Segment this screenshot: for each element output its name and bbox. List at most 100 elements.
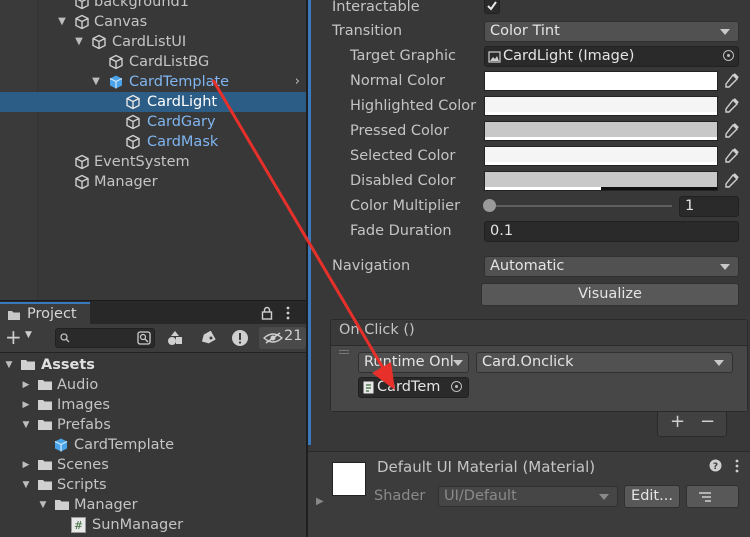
transition-dropdown[interactable]: Color Tint [484, 21, 739, 42]
shader-dropdown[interactable]: UI/Default [438, 486, 618, 507]
runtime-mode-dropdown[interactable]: Runtime Onl [358, 352, 469, 373]
hierarchy-panel: background1 ▼ Canvas ▼ CardListUI CardLi… [0, 0, 306, 300]
lock-icon[interactable] [261, 306, 273, 320]
navigation-dropdown[interactable]: Automatic [484, 256, 739, 277]
function-value: Card.Onclick [482, 354, 574, 370]
expand-arrow-icon[interactable]: ▼ [38, 495, 48, 515]
color-multiplier-slider-handle[interactable] [483, 199, 496, 212]
hierarchy-item-cardlight[interactable]: CardLight [0, 92, 306, 112]
onclick-header: On Click () [331, 320, 747, 346]
hierarchy-item-canvas[interactable]: ▼ Canvas [0, 12, 306, 32]
project-panel: Project + ▼ 21 ▼ Assets ▶ Audio ▶ Images [0, 300, 306, 537]
eyedropper-icon[interactable] [718, 171, 742, 191]
project-folder-audio[interactable]: ▶ Audio [0, 375, 306, 395]
project-folder-scripts[interactable]: ▼ Scripts [0, 475, 306, 495]
drag-handle-icon[interactable] [339, 350, 349, 351]
project-folder-assets[interactable]: ▼ Assets [0, 355, 306, 375]
list-options-icon [699, 492, 711, 502]
eyedropper-icon[interactable] [718, 121, 742, 141]
fade-duration-input[interactable]: 0.1 [484, 221, 739, 242]
hierarchy-item-cardgary[interactable]: CardGary [0, 112, 306, 132]
color-multiplier-input[interactable]: 1 [679, 196, 739, 217]
tab-project[interactable]: Project [0, 302, 90, 325]
expand-arrow-icon[interactable]: ▼ [74, 32, 84, 52]
expand-arrow-icon[interactable]: ▶ [21, 395, 31, 415]
image-component-icon [488, 51, 501, 63]
object-picker-icon[interactable] [451, 381, 462, 392]
pressed-color-swatch[interactable] [484, 121, 718, 141]
onclick-event-box: On Click () Runtime Onl Card.Onclick Car… [330, 319, 748, 412]
project-asset-sunmanager[interactable]: # SunManager [0, 515, 306, 535]
hierarchy-item-background1[interactable]: background1 [0, 0, 306, 12]
project-folder-images[interactable]: ▶ Images [0, 395, 306, 415]
hierarchy-item-eventsystem[interactable]: EventSystem [0, 152, 306, 172]
drag-handle-icon-line [339, 353, 349, 354]
fade-duration-label: Fade Duration [350, 223, 452, 239]
expand-arrow-icon[interactable]: ▼ [91, 72, 101, 92]
project-item-label: Scenes [57, 457, 109, 473]
project-item-label: Audio [57, 377, 99, 393]
selected-color-swatch[interactable] [484, 146, 718, 166]
gameobject-icon [126, 134, 140, 150]
navigation-label: Navigation [332, 258, 411, 274]
expand-arrow-icon[interactable]: ▶ [21, 375, 31, 395]
edit-shader-button[interactable]: Edit... [624, 485, 680, 508]
search-by-type-icon[interactable] [137, 331, 151, 345]
target-object-field[interactable]: CardTem [358, 377, 469, 398]
color-multiplier-slider-track[interactable] [488, 205, 672, 207]
gameobject-icon [109, 54, 123, 70]
gameobject-icon [126, 94, 140, 110]
eyedropper-icon[interactable] [718, 71, 742, 91]
project-asset-cardtemplate[interactable]: CardTemplate [0, 435, 306, 455]
checkmark-icon [487, 1, 497, 11]
interactable-label: Interactable [332, 0, 420, 15]
label-tag-icon[interactable] [200, 331, 216, 345]
material-section: ▶ Default UI Material (Material) ? Shade… [308, 451, 750, 537]
hierarchy-item-manager[interactable]: Manager [0, 172, 306, 192]
highlighted-color-swatch[interactable] [484, 96, 718, 116]
warning-icon[interactable] [231, 329, 249, 347]
open-prefab-chevron-icon[interactable]: › [295, 72, 300, 92]
shader-options-button[interactable] [686, 485, 739, 508]
project-folder-prefabs[interactable]: ▼ Prefabs [0, 415, 306, 435]
kebab-menu-icon[interactable] [734, 459, 740, 473]
project-folder-manager[interactable]: ▼ Manager [0, 495, 306, 515]
eye-slash-icon [263, 332, 283, 344]
help-icon[interactable]: ? [709, 459, 722, 472]
onclick-listener: Runtime Onl Card.Onclick CardTem [331, 346, 747, 411]
svg-text:?: ? [713, 462, 718, 472]
folder-icon [38, 460, 52, 470]
folder-icon [38, 400, 52, 410]
hierarchy-item-cardlistui[interactable]: ▼ CardListUI [0, 32, 306, 52]
disabled-color-swatch[interactable] [484, 171, 718, 191]
function-dropdown[interactable]: Card.Onclick [476, 352, 733, 373]
expand-arrow-icon[interactable]: ▼ [57, 12, 67, 32]
visualize-button[interactable]: Visualize [481, 283, 739, 306]
kebab-menu-icon[interactable] [285, 306, 291, 320]
target-graphic-field[interactable]: CardLight (Image) [484, 46, 739, 67]
interactable-checkbox[interactable] [484, 0, 500, 14]
hierarchy-item-cardtemplate[interactable]: ▼ CardTemplate › [0, 72, 306, 92]
hierarchy-item-cardlistbg[interactable]: CardListBG [0, 52, 306, 72]
add-listener-button[interactable]: + [670, 411, 685, 432]
expand-arrow-icon[interactable]: ▼ [21, 415, 31, 435]
create-dropdown-caret-icon[interactable]: ▼ [25, 330, 32, 340]
object-picker-icon[interactable] [723, 50, 734, 61]
eyedropper-icon[interactable] [718, 146, 742, 166]
expand-arrow-icon[interactable]: ▶ [21, 455, 31, 475]
expand-arrow-icon[interactable]: ▼ [21, 475, 31, 495]
hierarchy-item-cardmask[interactable]: CardMask [0, 132, 306, 152]
folder-icon [38, 380, 52, 390]
remove-listener-button[interactable]: − [700, 411, 715, 432]
eyedropper-icon[interactable] [718, 96, 742, 116]
expand-arrow-icon[interactable]: ▶ [316, 496, 324, 507]
create-plus-icon[interactable]: + [5, 326, 22, 348]
hidden-packages-toggle[interactable]: 21 [259, 327, 306, 349]
runtime-mode-value: Runtime Onl [364, 354, 454, 370]
target-graphic-label: Target Graphic [350, 48, 456, 64]
filter-by-type-icon[interactable] [167, 330, 183, 346]
hierarchy-item-label: CardMask [147, 134, 219, 150]
expand-arrow-icon[interactable]: ▼ [4, 355, 14, 375]
normal-color-swatch[interactable] [484, 71, 718, 91]
project-folder-scenes[interactable]: ▶ Scenes [0, 455, 306, 475]
